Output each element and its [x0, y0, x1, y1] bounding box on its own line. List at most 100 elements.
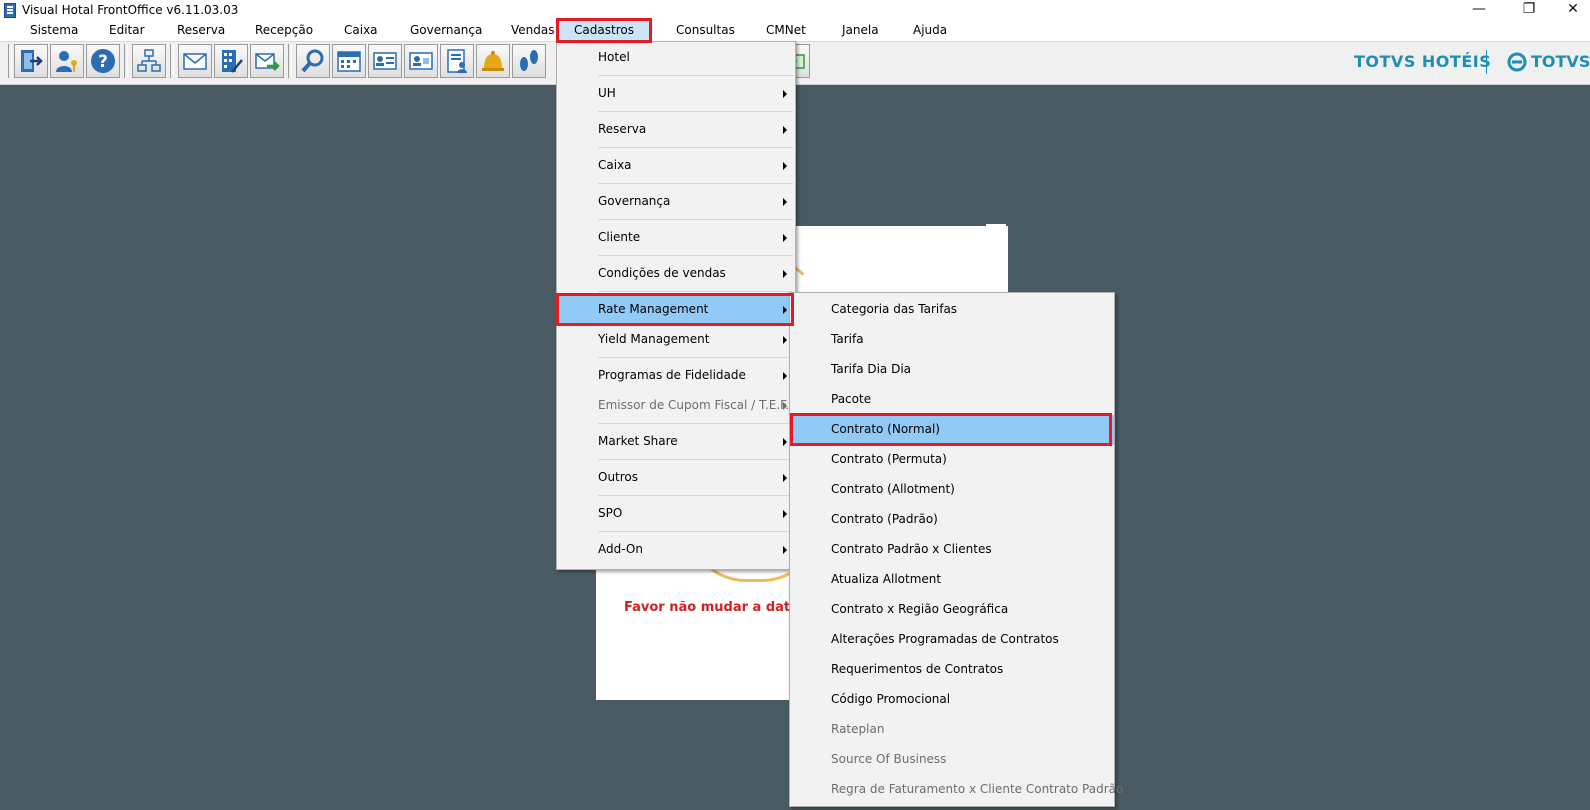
rate-management-submenu: Categoria das Tarifas Tarifa Tarifa Dia … — [789, 292, 1124, 807]
menu-reserva[interactable]: Reserva — [177, 23, 225, 37]
menu-separator — [598, 459, 793, 460]
search-icon[interactable] — [296, 44, 330, 78]
submenu-arrow-icon — [783, 90, 787, 98]
menu-item-caixa[interactable]: Caixa — [557, 151, 795, 181]
submenu-arrow-icon — [783, 270, 787, 278]
submenu-item-categoria-das-tarifas[interactable]: Categoria das Tarifas — [790, 295, 1114, 325]
totvs-hoteis-logo: TOTVS HOTÉIS — [1354, 52, 1492, 71]
id-card-icon[interactable] — [368, 44, 402, 78]
menu-item-cliente[interactable]: Cliente — [557, 223, 795, 253]
close-button[interactable]: ✕ — [1550, 0, 1590, 20]
user-key-icon[interactable] — [50, 44, 84, 78]
menu-separator — [598, 495, 793, 496]
calendar-icon[interactable] — [332, 44, 366, 78]
submenu-item-alteracoes-programadas[interactable]: Alterações Programadas de Contratos — [790, 625, 1114, 655]
guest-card-icon[interactable] — [404, 44, 438, 78]
menu-separator — [598, 291, 793, 292]
menu-governanca[interactable]: Governança — [410, 23, 482, 37]
mail-forward-icon[interactable] — [250, 44, 284, 78]
toolbar-grip — [8, 44, 12, 78]
maximize-button[interactable]: ❐ — [1506, 0, 1552, 20]
submenu-arrow-icon — [783, 372, 787, 380]
submenu-item-contrato-x-regiao-geografica[interactable]: Contrato x Região Geográfica — [790, 595, 1114, 625]
menu-consultas[interactable]: Consultas — [676, 23, 735, 37]
submenu-item-contrato-allotment[interactable]: Contrato (Allotment) — [790, 475, 1114, 505]
minimize-button[interactable]: — — [1456, 0, 1502, 20]
menu-bar: Sistema Editar Reserva Recepção Caixa Go… — [0, 20, 1590, 42]
totvs-mark-icon — [1507, 52, 1527, 72]
footprints-icon[interactable] — [512, 44, 546, 78]
menu-item-outros[interactable]: Outros — [557, 463, 795, 493]
menu-caixa[interactable]: Caixa — [344, 23, 378, 37]
menu-item-market-share[interactable]: Market Share — [557, 427, 795, 457]
menu-sistema[interactable]: Sistema — [30, 23, 78, 37]
submenu-arrow-icon — [783, 336, 787, 344]
submenu-item-requerimentos-de-contratos[interactable]: Requerimentos de Contratos — [790, 655, 1114, 685]
submenu-item-source-of-business: Source Of Business — [831, 752, 947, 766]
submenu-item-contrato-normal[interactable]: Contrato (Normal) — [790, 415, 1114, 445]
menu-item-reserva[interactable]: Reserva — [557, 115, 795, 145]
building-edit-icon[interactable] — [214, 44, 248, 78]
help-icon[interactable]: ? — [86, 44, 120, 78]
submenu-arrow-icon — [783, 198, 787, 206]
submenu-arrow-icon — [783, 546, 787, 554]
menu-editar[interactable]: Editar — [109, 23, 145, 37]
submenu-item-rateplan: Rateplan — [831, 722, 885, 736]
menu-separator — [598, 75, 793, 76]
logo-divider — [1486, 50, 1487, 74]
app-icon — [4, 3, 16, 18]
menu-item-emissor-cupom-fiscal: Emissor de Cupom Fiscal / T.E.F. — [598, 398, 789, 412]
menu-separator — [598, 111, 793, 112]
submenu-arrow-icon — [783, 126, 787, 134]
menu-cmnet[interactable]: CMNet — [766, 23, 806, 37]
title-bar: Visual Hotal FrontOffice v6.11.03.03 — ❐… — [0, 0, 1590, 20]
submenu-item-codigo-promocional[interactable]: Código Promocional — [790, 685, 1114, 715]
menu-item-governanca[interactable]: Governança — [557, 187, 795, 217]
toolbar-separator — [170, 44, 174, 78]
menu-janela[interactable]: Janela — [842, 23, 879, 37]
menu-item-uh[interactable]: UH — [557, 79, 795, 109]
exit-door-icon[interactable] — [14, 44, 48, 78]
window-title: Visual Hotal FrontOffice v6.11.03.03 — [22, 3, 239, 17]
menu-separator — [598, 183, 793, 184]
submenu-arrow-icon — [783, 162, 787, 170]
submenu-item-tarifa[interactable]: Tarifa — [790, 325, 1114, 355]
menu-item-programas-de-fidelidade[interactable]: Programas de Fidelidade — [557, 361, 795, 391]
menu-separator — [598, 147, 793, 148]
bell-icon[interactable] — [476, 44, 510, 78]
menu-item-hotel[interactable]: Hotel — [557, 43, 795, 73]
cadastros-menu: Hotel UH Reserva Caixa Governança Client… — [556, 41, 796, 570]
menu-cadastros[interactable]: Cadastros — [558, 20, 650, 41]
submenu-arrow-icon — [783, 510, 787, 518]
submenu-arrow-icon — [783, 438, 787, 446]
submenu-item-atualiza-allotment[interactable]: Atualiza Allotment — [790, 565, 1114, 595]
menu-item-rate-management[interactable]: Rate Management — [557, 295, 795, 325]
menu-vendas[interactable]: Vendas — [511, 23, 555, 37]
svg-text:?: ? — [98, 52, 108, 72]
toolbar-separator — [288, 44, 292, 78]
org-chart-icon[interactable] — [132, 44, 166, 78]
mail-icon[interactable] — [178, 44, 212, 78]
menu-item-condicoes-de-vendas[interactable]: Condições de vendas — [557, 259, 795, 289]
menu-item-add-on[interactable]: Add-On — [557, 535, 795, 565]
submenu-arrow-icon — [783, 306, 787, 314]
totvs-logo: TOTVS — [1531, 52, 1590, 71]
document-user-icon[interactable] — [440, 44, 474, 78]
submenu-item-pacote[interactable]: Pacote — [790, 385, 1114, 415]
panel-tab — [986, 224, 1006, 232]
submenu-arrow-icon — [783, 234, 787, 242]
submenu-item-contrato-padrao-x-clientes[interactable]: Contrato Padrão x Clientes — [790, 535, 1114, 565]
menu-separator — [598, 255, 793, 256]
menu-item-spo[interactable]: SPO — [557, 499, 795, 529]
submenu-item-contrato-padrao[interactable]: Contrato (Padrão) — [790, 505, 1114, 535]
menu-separator — [598, 531, 793, 532]
toolbar-separator — [124, 44, 128, 78]
menu-recepcao[interactable]: Recepção — [255, 23, 313, 37]
submenu-arrow-icon — [783, 402, 787, 410]
submenu-item-regra-de-faturamento: Regra de Faturamento x Cliente Contrato … — [831, 782, 1124, 796]
menu-separator — [598, 219, 793, 220]
menu-item-yield-management[interactable]: Yield Management — [557, 325, 795, 355]
menu-ajuda[interactable]: Ajuda — [913, 23, 947, 37]
submenu-item-tarifa-dia-dia[interactable]: Tarifa Dia Dia — [790, 355, 1114, 385]
submenu-item-contrato-permuta[interactable]: Contrato (Permuta) — [790, 445, 1114, 475]
